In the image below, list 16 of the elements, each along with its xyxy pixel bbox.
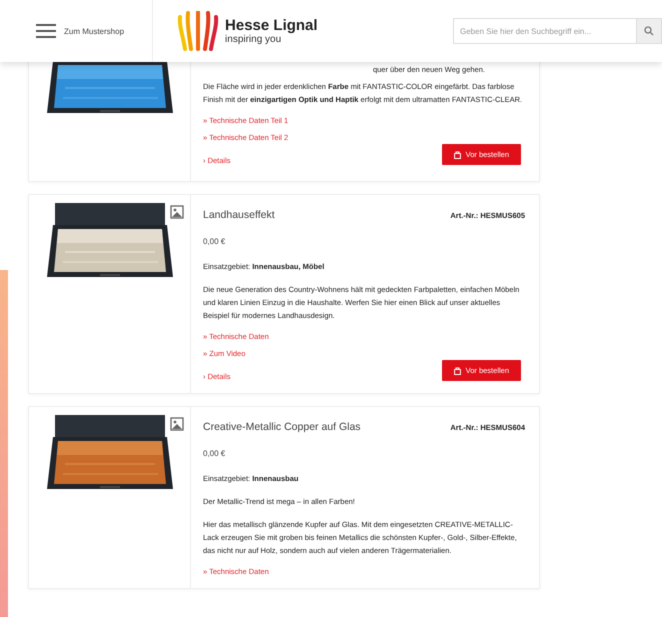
product-price: 0,00 € bbox=[203, 448, 226, 460]
logo-name: Hesse Lignal bbox=[225, 17, 318, 34]
product-price: 0,00 € bbox=[203, 236, 226, 248]
image-icon[interactable] bbox=[170, 205, 184, 219]
image-icon[interactable] bbox=[170, 417, 184, 431]
search-button[interactable] bbox=[636, 18, 662, 44]
logo-icon bbox=[177, 11, 220, 51]
menu-icon[interactable] bbox=[36, 24, 56, 38]
product-name: Creative-Metallic Copper auf Glas bbox=[203, 421, 361, 433]
logo-tagline: inspiring you bbox=[225, 34, 282, 45]
bag-icon bbox=[454, 150, 461, 158]
bag-icon bbox=[454, 366, 461, 374]
search-field[interactable]: Geben Sie hier den Suchbegriff ein... bbox=[453, 18, 636, 44]
menu-link[interactable]: Zum Mustershop bbox=[64, 26, 124, 36]
search-icon bbox=[644, 26, 654, 36]
product-name: Landhauseffekt bbox=[203, 209, 275, 221]
